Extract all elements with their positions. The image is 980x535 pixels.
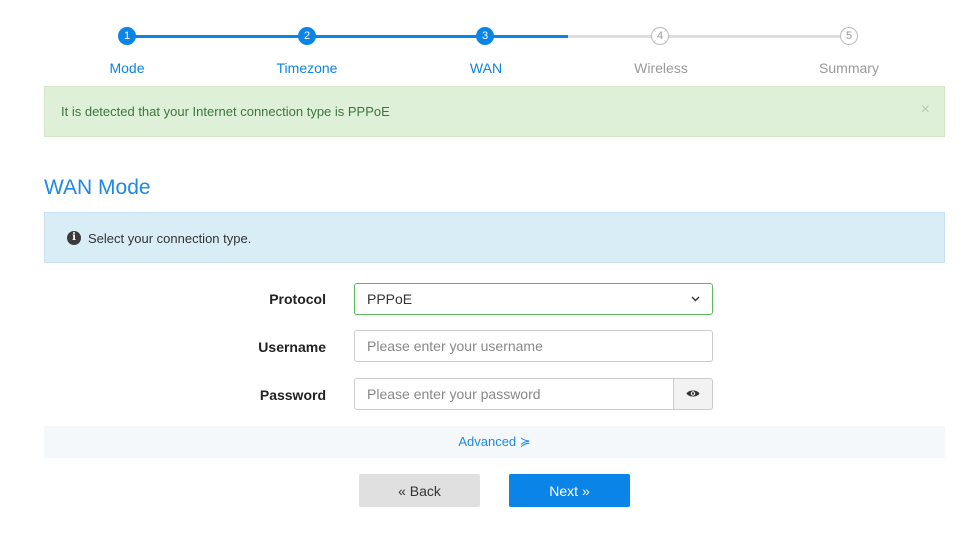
section-title: WAN Mode xyxy=(44,176,151,199)
step-line-todo xyxy=(568,35,848,38)
advanced-toggle-link[interactable]: Advanced ≽ xyxy=(458,434,530,449)
info-icon: i xyxy=(67,231,81,245)
protocol-select[interactable]: PPPoE xyxy=(354,283,713,315)
step-4-label: Wireless xyxy=(634,60,688,76)
step-1-circle: 1 xyxy=(118,27,136,45)
connection-detected-alert: It is detected that your Internet connec… xyxy=(44,86,945,137)
password-group xyxy=(354,378,713,410)
step-line-done xyxy=(127,35,568,38)
back-button[interactable]: « Back xyxy=(359,474,480,507)
show-password-button[interactable] xyxy=(673,378,713,410)
wizard-stepper: 1 2 3 4 5 Mode Timezone WAN Wireless Sum… xyxy=(0,0,980,80)
step-4-circle: 4 xyxy=(651,27,669,45)
eye-icon xyxy=(686,387,700,401)
step-1-label: Mode xyxy=(109,60,145,76)
username-label: Username xyxy=(258,339,326,355)
step-3-label: WAN xyxy=(469,60,503,76)
info-message: Select your connection type. xyxy=(88,231,252,246)
password-label: Password xyxy=(259,387,326,403)
protocol-value: PPPoE xyxy=(367,291,413,307)
password-input[interactable] xyxy=(354,378,674,410)
step-5-label: Summary xyxy=(819,60,879,76)
advanced-bar: Advanced ≽ xyxy=(44,426,945,458)
step-3-circle: 3 xyxy=(476,27,494,45)
alert-message: It is detected that your Internet connec… xyxy=(61,104,390,119)
username-input[interactable] xyxy=(354,330,713,362)
step-5-circle: 5 xyxy=(840,27,858,45)
chevron-down-icon xyxy=(691,294,700,305)
step-2-circle: 2 xyxy=(298,27,316,45)
protocol-label: Protocol xyxy=(269,291,326,307)
next-button[interactable]: Next » xyxy=(509,474,630,507)
step-2-label: Timezone xyxy=(276,60,338,76)
close-icon[interactable]: × xyxy=(921,101,930,119)
info-alert: i Select your connection type. xyxy=(44,212,945,263)
